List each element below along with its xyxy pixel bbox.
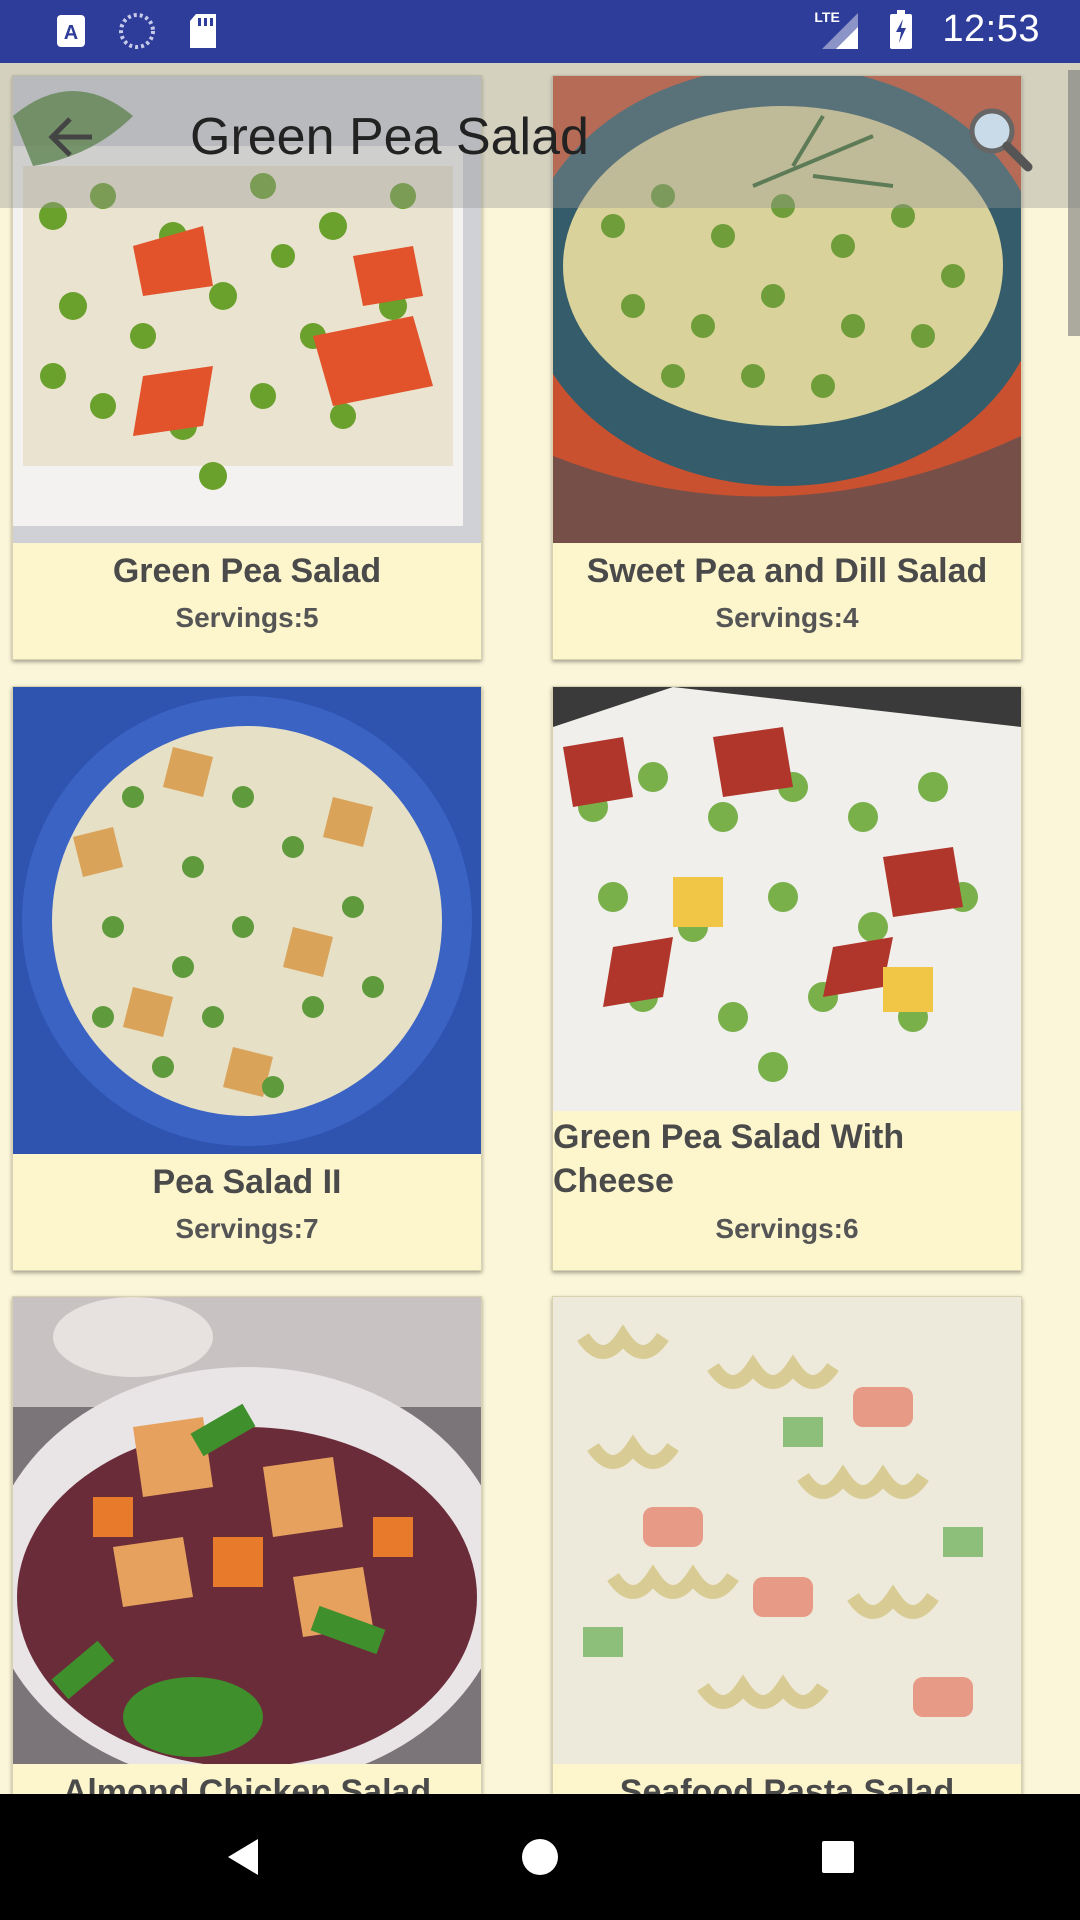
battery-charging-icon	[882, 9, 920, 49]
page-title: Green Pea Salad	[190, 108, 589, 166]
recipe-servings: Servings:5	[175, 602, 319, 633]
loading-circle-icon	[118, 12, 156, 50]
recipe-card[interactable]: Seafood Pasta Salad	[552, 1296, 1022, 1794]
scrollbar[interactable]	[1068, 70, 1080, 336]
recipe-image	[13, 687, 481, 1154]
recipe-servings: Servings:7	[175, 1213, 319, 1244]
recipe-title: Green Pea Salad	[112, 552, 382, 590]
recipe-title: Green Pea Salad With Cheese	[553, 1118, 905, 1200]
recipe-title: Almond Chicken Salad	[62, 1773, 432, 1794]
recipe-card[interactable]: Green Pea Salad With Cheese Servings:6	[552, 686, 1022, 1271]
arrow-left-icon[interactable]	[44, 109, 100, 165]
navigation-bar	[0, 1794, 1080, 1920]
app-bar: Green Pea Salad	[0, 63, 1080, 208]
recipe-card[interactable]: Pea Salad II Servings:7	[12, 686, 482, 1271]
recipe-title: Pea Salad II	[152, 1163, 342, 1201]
back-triangle-icon[interactable]	[212, 1827, 272, 1887]
recipe-title: Sweet Pea and Dill Salad	[586, 552, 988, 590]
recipe-grid: Green Pea Salad Servings:5 Sweet Pea and	[0, 63, 1080, 1794]
recipe-image	[13, 1297, 481, 1764]
recipe-title: Seafood Pasta Salad	[619, 1773, 955, 1794]
recipe-servings: Servings:4	[715, 602, 859, 633]
recipe-card[interactable]: Almond Chicken Salad	[12, 1296, 482, 1794]
svg-text:A: A	[64, 22, 78, 44]
search-icon[interactable]	[964, 103, 1034, 173]
recents-square-icon[interactable]	[808, 1827, 868, 1887]
sd-card-icon	[184, 12, 222, 50]
status-bar: A LTE 12:53	[0, 0, 1080, 63]
a-badge-icon: A	[52, 12, 90, 50]
recipe-image	[553, 1297, 1021, 1764]
clock: 12:53	[942, 8, 1040, 50]
recipe-image	[553, 687, 1021, 1111]
signal-icon: LTE	[814, 9, 860, 51]
recipe-servings: Servings:6	[715, 1213, 859, 1244]
home-circle-icon[interactable]	[510, 1827, 570, 1887]
